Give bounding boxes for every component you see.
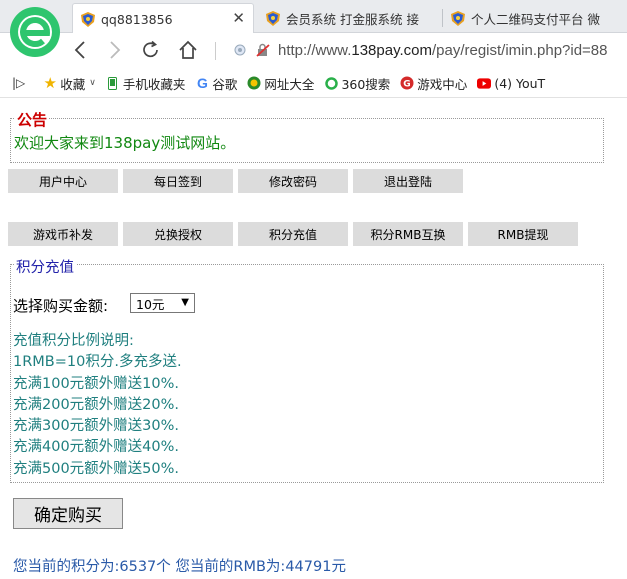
browser-tab-bar: qq8813856 ✕ 会员系统 打金服系统 接 个人二维码支付平台 微 [0,0,627,34]
bookmark-label: 游戏中心 [417,76,468,92]
tab-title: 个人二维码支付平台 微 [471,11,600,27]
refresh-icon [143,40,158,58]
url-path: /pay/regist/imin.php?id=88 [431,41,608,59]
amount-select[interactable]: 10元 ▼ [130,293,195,313]
shield-icon [81,11,95,27]
bookmark-label: (4) YouT [494,75,546,91]
home-icon [179,40,197,59]
search-360-icon [324,76,338,90]
recharge-section: 积分充值 选择购买金额: 10元 ▼ 充值积分比例说明: 1RMB=10积分.多… [10,256,604,483]
bookmark-mobile-favorites[interactable]: 手机收藏夹 [106,74,186,93]
home-button[interactable] [176,38,200,62]
confirm-purchase-button[interactable]: 确定购买 [13,498,123,529]
browser-logo-icon [10,7,60,57]
redeem-license-button[interactable]: 兑换授权 [123,222,233,246]
chevron-down-icon: ∨ [89,78,96,88]
balance-text: 您当前的积分为:6537个 您当前的RMB为:44791元 [13,559,346,575]
forward-button[interactable] [103,38,127,62]
recharge-title: 积分充值 [14,256,76,277]
bookmark-label: 网址大全 [264,76,315,92]
ratio-line: 充满300元额外赠送30%. [13,418,180,435]
forward-icon [110,41,121,59]
ratio-line: 1RMB=10积分.多充多送. [13,354,182,371]
bookmark-youtube[interactable]: (4) YouT [477,76,545,91]
tab-title: 会员系统 打金服系统 接 [286,11,419,27]
daily-checkin-button[interactable]: 每日签到 [123,169,233,193]
rmb-withdraw-button[interactable]: RMB提现 [468,222,578,246]
phone-icon [106,76,120,90]
url-prefix: http://www. [278,41,352,59]
user-center-button[interactable]: 用户中心 [8,169,118,193]
dropdown-arrow-icon: ▼ [181,297,189,308]
address-bar[interactable]: http://www.138pay.com/pay/regist/imin.ph… [234,37,627,63]
refresh-button[interactable] [139,38,163,62]
sidebar-toggle-icon[interactable]: |▷ [12,76,25,90]
amount-selected-value: 10元 [136,296,165,312]
bookmark-favorites[interactable]: ★ 收藏 ∨ [43,74,96,93]
back-button[interactable] [68,38,92,62]
tab-active[interactable]: qq8813856 ✕ [72,3,254,34]
notice-box: 公告 欢迎大家来到138pay测试网站。 [10,109,604,163]
bookmark-game-center[interactable]: G 游戏中心 [400,74,467,93]
bookmark-label: 谷歌 [212,76,238,92]
ratio-line: 充值积分比例说明: [13,333,134,349]
sites-icon [247,76,261,90]
points-recharge-button[interactable]: 积分充值 [238,222,348,246]
site-info-icon [234,44,246,56]
bookmark-google[interactable]: G 谷歌 [195,74,237,93]
insecure-lock-icon [256,43,270,57]
notice-title: 公告 [15,109,50,130]
svg-text:G: G [404,80,411,90]
url-text: http://www.138pay.com/pay/regist/imin.ph… [278,42,608,59]
page-content: 公告 欢迎大家来到138pay测试网站。 用户中心 每日签到 修改密码 退出登陆… [0,100,627,579]
amount-label: 选择购买金额: [13,297,109,315]
star-icon: ★ [43,74,57,92]
logout-button[interactable]: 退出登陆 [353,169,463,193]
shield-icon [266,10,280,26]
notice-text: 欢迎大家来到138pay测试网站。 [14,134,236,152]
ratio-line: 充满400元额外赠送40%. [13,439,180,456]
game-icon: G [400,76,414,90]
tab-member-system[interactable]: 会员系统 打金服系统 接 [258,3,438,33]
back-icon [74,41,85,59]
bookmark-label: 360搜索 [341,76,391,92]
tab-qr-payment[interactable]: 个人二维码支付平台 微 [443,3,627,33]
change-password-button[interactable]: 修改密码 [238,169,348,193]
bookmark-label: 手机收藏夹 [122,76,186,92]
ratio-description: 充值积分比例说明: 1RMB=10积分.多充多送. 充满100元额外赠送10%.… [13,331,182,480]
ratio-line: 充满200元额外赠送20%. [13,396,180,413]
points-rmb-exchange-button[interactable]: 积分RMB互换 [353,222,463,246]
youtube-icon [477,76,492,90]
nav-separator [215,42,216,60]
url-host: 138pay.com [351,41,432,59]
ratio-line: 充满500元额外赠送50%. [13,460,180,477]
bookmark-label: 收藏 [60,76,86,92]
shield-icon [451,10,465,26]
bookmarks-bar: |▷ ★ 收藏 ∨ 手机收藏夹 G 谷歌 网址大全 360搜索 G 游戏中心 (… [0,69,627,98]
ratio-line: 充满100元额外赠送10%. [13,375,180,392]
coin-reissue-button[interactable]: 游戏币补发 [8,222,118,246]
browser-nav-bar: http://www.138pay.com/pay/regist/imin.ph… [0,33,627,67]
bookmark-360-search[interactable]: 360搜索 [324,74,390,93]
bookmark-sites[interactable]: 网址大全 [247,74,314,93]
close-tab-icon[interactable]: ✕ [232,9,245,27]
tab-title: qq8813856 [101,11,173,27]
google-icon: G [196,75,208,91]
